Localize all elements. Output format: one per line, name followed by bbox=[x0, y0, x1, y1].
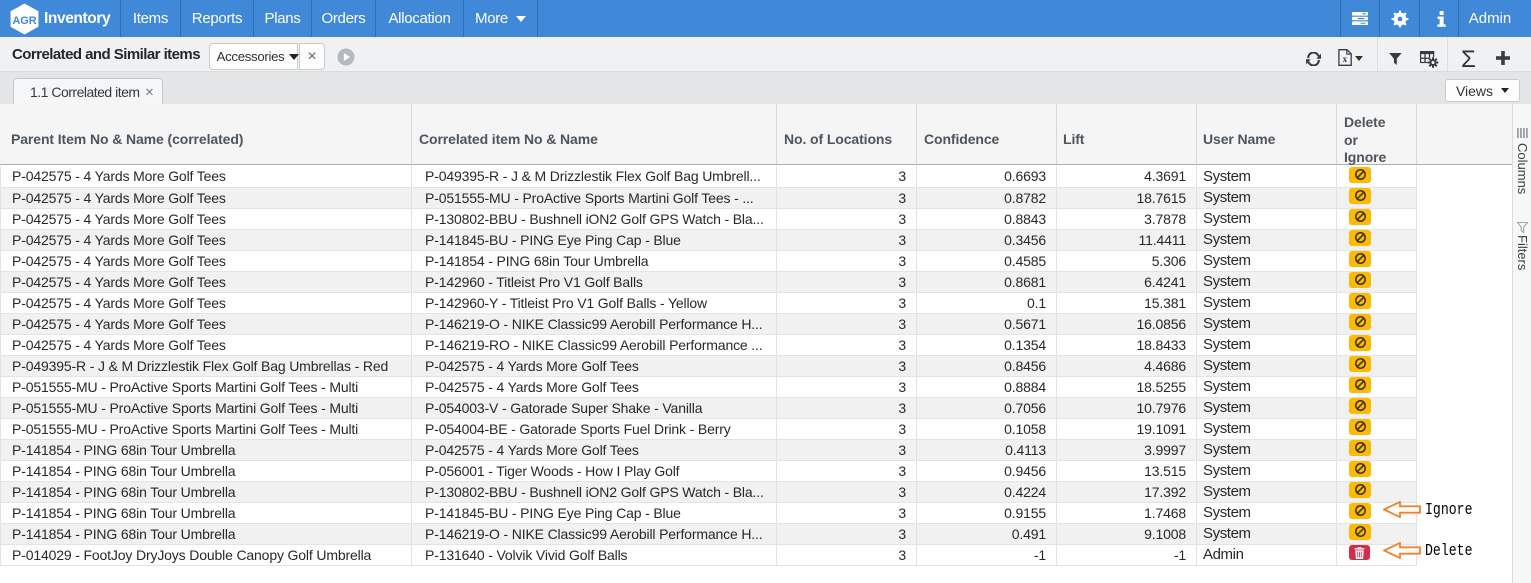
svg-text:AGR: AGR bbox=[12, 15, 36, 27]
svg-text:x: x bbox=[1343, 54, 1348, 64]
